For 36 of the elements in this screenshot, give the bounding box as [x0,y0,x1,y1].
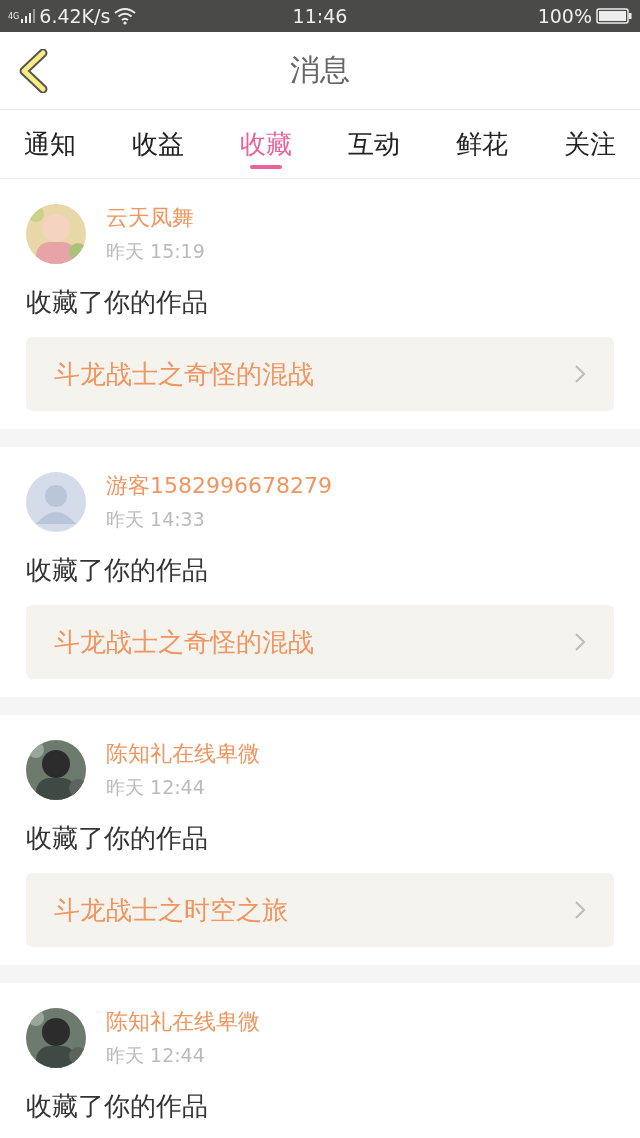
tab[interactable]: 收藏 [236,110,296,178]
message-text: 收藏了你的作品 [26,1090,209,1123]
timestamp: 昨天 15:19 [106,239,205,264]
battery-level: 100% [537,5,592,27]
battery-icon [596,8,632,24]
user-name[interactable]: 陈知礼在线卑微 [106,739,260,769]
network-type: 4G [8,11,20,21]
chevron-right-icon [574,900,586,920]
user-name[interactable]: 陈知礼在线卑微 [106,1007,260,1037]
timestamp: 昨天 12:44 [106,1043,206,1068]
chevron-right-icon [574,364,586,384]
network-speed: 6.42K/s [39,5,111,27]
tab[interactable]: 鲜花 [452,110,512,178]
tab[interactable]: 收益 [128,110,188,178]
page-title: 消息 [290,51,350,89]
tab[interactable]: 关注 [560,110,620,178]
timestamp: 昨天 12:44 [106,775,206,800]
work-link[interactable]: 斗龙战士之时空之旅 [26,873,614,947]
wifi-icon [114,7,137,25]
clock: 11:46 [292,5,348,27]
chevron-right-icon [574,632,586,652]
work-link[interactable]: 斗龙战士之奇怪的混战 [26,605,614,679]
work-title: 斗龙战士之时空之旅 [54,893,288,927]
user-name[interactable]: 云天凤舞 [106,203,205,233]
message-text: 收藏了你的作品 [26,822,209,855]
tab[interactable]: 互动 [344,110,404,178]
work-title: 斗龙战士之奇怪的混战 [54,625,314,659]
signal-icon [21,9,36,23]
user-name[interactable]: 游客1582996678279 [106,471,332,501]
tab[interactable]: 通知 [20,110,80,178]
work-title: 斗龙战士之奇怪的混战 [54,357,314,391]
timestamp: 昨天 14:33 [106,507,206,532]
avatar-placeholder-icon [26,472,86,532]
message-text: 收藏了你的作品 [26,554,209,587]
message-text: 收藏了你的作品 [26,286,209,319]
work-link[interactable]: 斗龙战士之奇怪的混战 [26,337,614,411]
